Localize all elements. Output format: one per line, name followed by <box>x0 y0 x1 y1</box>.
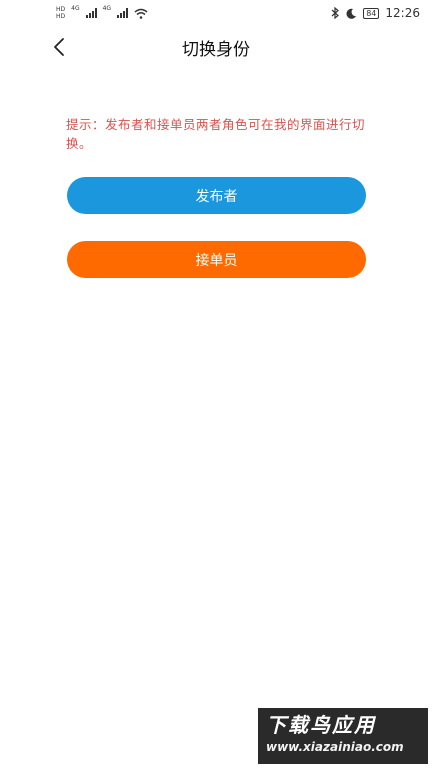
hd-indicator: HD HD <box>56 6 65 20</box>
screen: HD HD 4G 4G 84 12:26 切换身份 提示：发布者和接单员两者角色… <box>0 0 432 768</box>
status-right: 84 12:26 <box>331 6 420 20</box>
signal-icon-2 <box>117 8 129 18</box>
net-type-1: 4G <box>71 5 80 12</box>
status-time: 12:26 <box>385 6 420 20</box>
wifi-icon <box>134 8 148 19</box>
battery-level: 84 <box>366 8 377 18</box>
page-title: 切换身份 <box>182 40 250 60</box>
watermark-title: 下载鸟应用 <box>266 713 376 737</box>
publisher-button[interactable]: 发布者 <box>67 177 366 214</box>
battery-indicator: 84 <box>363 7 380 19</box>
watermark-url: www.xiazainiao.com <box>266 740 404 754</box>
watermark: 下载鸟应用 www.xiazainiao.com <box>258 708 428 764</box>
taker-button[interactable]: 接单员 <box>67 241 366 278</box>
status-left: HD HD 4G 4G <box>56 6 148 20</box>
status-bar: HD HD 4G 4G 84 12:26 <box>0 0 432 26</box>
signal-icon <box>85 8 97 18</box>
moon-icon <box>346 8 357 19</box>
hd-bottom: HD <box>56 13 66 20</box>
hd-top: HD <box>56 6 66 13</box>
nav-bar: 切换身份 <box>0 26 432 68</box>
hint-text: 提示：发布者和接单员两者角色可在我的界面进行切换。 <box>66 117 366 151</box>
bluetooth-icon <box>331 7 340 19</box>
net-type-2: 4G <box>102 5 112 12</box>
